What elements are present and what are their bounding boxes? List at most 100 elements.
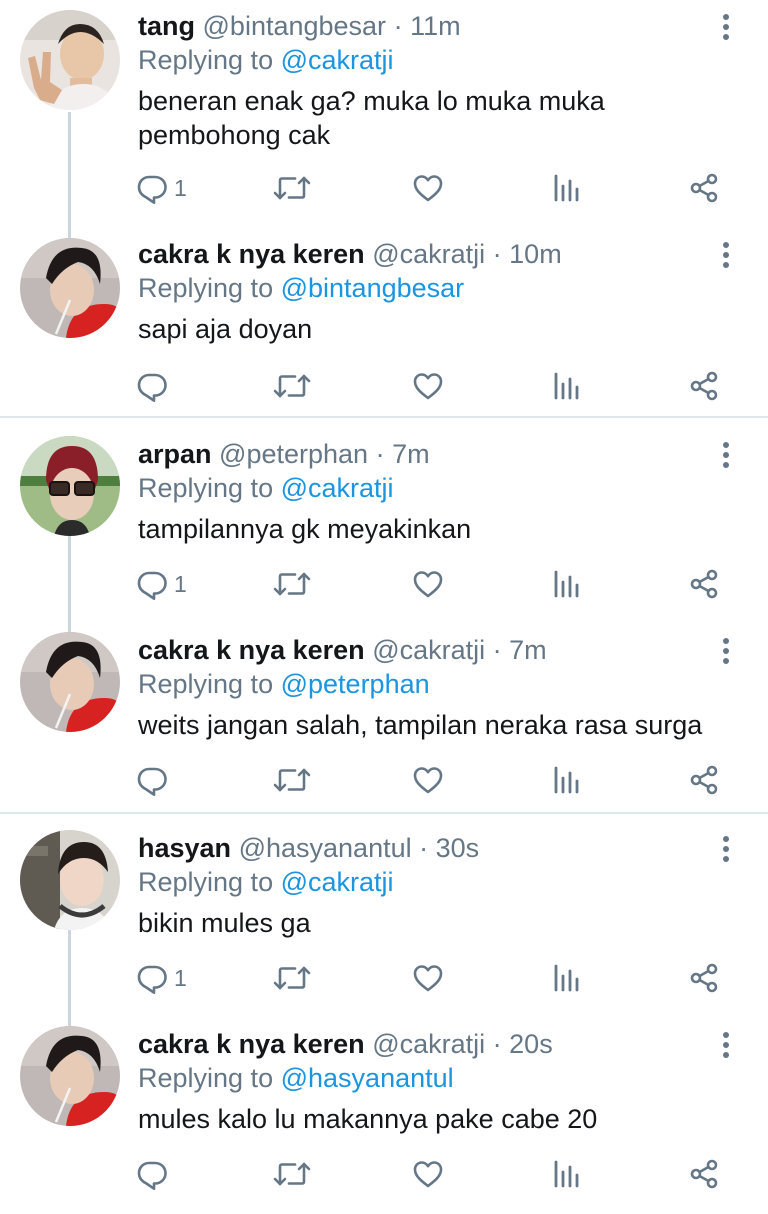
avatar[interactable] [20,238,120,338]
analytics-icon[interactable] [550,568,582,600]
retweet-button[interactable] [272,958,312,998]
share-icon[interactable] [688,568,720,600]
user-handle[interactable]: @cakratji [372,239,485,269]
tweet[interactable]: cakra k nya keren @cakratji · 20s Replyi… [0,1018,768,1214]
share-button[interactable] [688,366,720,406]
retweet-button[interactable] [272,760,312,800]
like-button[interactable] [412,564,444,604]
display-name[interactable]: cakra k nya keren [138,1029,365,1059]
like-button[interactable] [412,760,444,800]
display-name[interactable]: arpan [138,439,212,469]
share-button[interactable] [688,564,720,604]
analytics-button[interactable] [550,366,582,406]
display-name[interactable]: cakra k nya keren [138,239,365,269]
more-vertical-icon[interactable] [714,834,738,864]
heart-icon[interactable] [412,962,444,994]
avatar[interactable] [20,632,120,732]
heart-icon[interactable] [412,764,444,796]
analytics-button[interactable] [550,760,582,800]
mention-link[interactable]: @peterphan [281,669,430,699]
tweet[interactable]: hasyan @hasyanantul · 30s Replying to @c… [0,814,768,1010]
retweet-icon[interactable] [272,962,312,994]
avatar[interactable] [20,1026,120,1126]
mention-link[interactable]: @cakratji [281,867,394,897]
reply-button[interactable] [136,760,174,800]
user-handle[interactable]: @cakratji [372,635,485,665]
share-icon[interactable] [688,1158,720,1190]
tweet[interactable]: arpan @peterphan · 7m Replying to @cakra… [0,418,768,614]
reply-icon[interactable] [136,1158,168,1190]
heart-icon[interactable] [412,172,444,204]
analytics-icon[interactable] [550,962,582,994]
avatar[interactable] [20,10,120,110]
analytics-icon[interactable] [550,370,582,402]
retweet-icon[interactable] [272,172,312,204]
timestamp[interactable]: 30s [436,833,480,863]
tweet[interactable]: tang @bintangbesar · 11m Replying to @ca… [0,0,768,196]
mention-link[interactable]: @hasyanantul [281,1063,454,1093]
retweet-button[interactable] [272,168,312,208]
more-vertical-icon[interactable] [714,1030,738,1060]
like-button[interactable] [412,168,444,208]
retweet-icon[interactable] [272,568,312,600]
tweet[interactable]: cakra k nya keren @cakratji · 10m Replyi… [0,228,768,424]
timestamp[interactable]: 11m [410,11,461,41]
more-vertical-icon[interactable] [714,440,738,470]
mention-link[interactable]: @cakratji [281,45,394,75]
analytics-button[interactable] [550,564,582,604]
like-button[interactable] [412,958,444,998]
analytics-button[interactable] [550,1154,582,1194]
retweet-icon[interactable] [272,764,312,796]
analytics-button[interactable] [550,958,582,998]
like-button[interactable] [412,1154,444,1194]
more-vertical-icon[interactable] [714,240,738,270]
heart-icon[interactable] [412,568,444,600]
reply-icon[interactable] [136,172,168,204]
reply-icon[interactable] [136,370,168,402]
reply-icon[interactable] [136,568,168,600]
share-button[interactable] [688,1154,720,1194]
reply-icon[interactable] [136,764,168,796]
reply-button[interactable] [136,1154,174,1194]
retweet-button[interactable] [272,564,312,604]
share-button[interactable] [688,958,720,998]
timestamp[interactable]: 7m [392,439,430,469]
user-handle[interactable]: @bintangbesar [203,11,387,41]
user-handle[interactable]: @peterphan [219,439,368,469]
share-icon[interactable] [688,172,720,204]
reply-button[interactable]: 1 [136,168,187,208]
analytics-icon[interactable] [550,1158,582,1190]
avatar[interactable] [20,436,120,536]
analytics-icon[interactable] [550,172,582,204]
like-button[interactable] [412,366,444,406]
avatar[interactable] [20,830,120,930]
display-name[interactable]: tang [138,11,195,41]
heart-icon[interactable] [412,1158,444,1190]
timestamp[interactable]: 7m [509,635,547,665]
share-button[interactable] [688,760,720,800]
share-button[interactable] [688,168,720,208]
share-icon[interactable] [688,370,720,402]
more-vertical-icon[interactable] [714,636,738,666]
analytics-icon[interactable] [550,764,582,796]
retweet-icon[interactable] [272,1158,312,1190]
share-icon[interactable] [688,764,720,796]
retweet-icon[interactable] [272,370,312,402]
display-name[interactable]: cakra k nya keren [138,635,365,665]
more-vertical-icon[interactable] [714,12,738,42]
retweet-button[interactable] [272,1154,312,1194]
display-name[interactable]: hasyan [138,833,231,863]
retweet-button[interactable] [272,366,312,406]
reply-button[interactable]: 1 [136,958,187,998]
tweet[interactable]: cakra k nya keren @cakratji · 7m Replyin… [0,624,768,820]
reply-button[interactable] [136,366,174,406]
mention-link[interactable]: @bintangbesar [281,273,465,303]
analytics-button[interactable] [550,168,582,208]
share-icon[interactable] [688,962,720,994]
timestamp[interactable]: 10m [509,239,562,269]
user-handle[interactable]: @hasyanantul [239,833,412,863]
user-handle[interactable]: @cakratji [372,1029,485,1059]
mention-link[interactable]: @cakratji [281,473,394,503]
heart-icon[interactable] [412,370,444,402]
timestamp[interactable]: 20s [509,1029,553,1059]
